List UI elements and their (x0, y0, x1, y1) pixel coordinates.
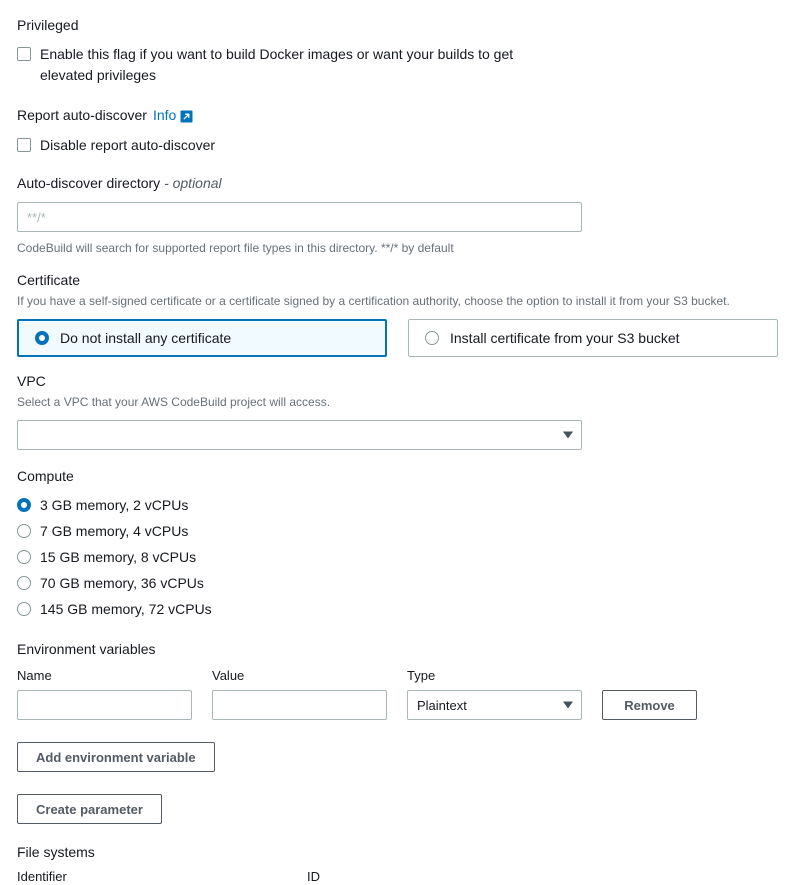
certificate-option-do-not-install-label: Do not install any certificate (60, 330, 232, 346)
privileged-checkbox[interactable] (17, 47, 31, 61)
auto-discover-directory-input[interactable] (17, 202, 582, 232)
report-auto-discover-label: Report auto-discover (17, 107, 147, 123)
compute-label: Compute (17, 468, 74, 484)
compute-option-145gb-label: 145 GB memory, 72 vCPUs (40, 601, 212, 617)
certificate-description: If you have a self-signed certificate or… (17, 294, 730, 308)
compute-option-7gb-label: 7 GB memory, 4 vCPUs (40, 523, 189, 539)
external-link-icon (180, 110, 193, 123)
compute-option-3gb-radio[interactable] (17, 498, 31, 512)
privileged-checkbox-label: Enable this flag if you want to build Do… (40, 46, 514, 83)
file-systems-header-row: Identifier ID (17, 869, 320, 884)
compute-option-70gb[interactable]: 70 GB memory, 36 vCPUs (17, 570, 212, 596)
environment-variables-label: Environment variables (17, 641, 156, 657)
vpc-label: VPC (17, 373, 46, 389)
compute-option-15gb-label: 15 GB memory, 8 vCPUs (40, 549, 197, 565)
env-col-name: Name (17, 668, 52, 683)
certificate-option-install-from-s3-radio[interactable] (425, 331, 439, 345)
remove-environment-variable-button[interactable]: Remove (602, 690, 697, 720)
compute-radio-group: 3 GB memory, 2 vCPUs 7 GB memory, 4 vCPU… (17, 492, 212, 622)
file-systems-col-id: ID (307, 869, 320, 884)
auto-discover-directory-section: Auto-discover directory - optional CodeB… (17, 173, 582, 257)
certificate-label: Certificate (17, 272, 81, 288)
compute-option-7gb-radio[interactable] (17, 524, 31, 538)
auto-discover-directory-label-text: Auto-discover directory (17, 175, 161, 191)
chevron-down-icon (563, 701, 573, 709)
create-parameter-button[interactable]: Create parameter (17, 794, 162, 824)
certificate-section: Certificate If you have a self-signed ce… (17, 270, 778, 357)
env-var-value-input[interactable] (212, 690, 387, 720)
vpc-section: VPC Select a VPC that your AWS CodeBuild… (17, 371, 582, 450)
disable-report-auto-discover-label: Disable report auto-discover (40, 137, 216, 153)
privileged-label: Privileged (17, 17, 79, 33)
env-col-value: Value (212, 668, 245, 683)
file-systems-label: File systems (17, 844, 95, 860)
env-var-type-value: Plaintext (417, 697, 467, 713)
compute-option-145gb[interactable]: 145 GB memory, 72 vCPUs (17, 596, 212, 622)
compute-option-145gb-radio[interactable] (17, 602, 31, 616)
vpc-select[interactable] (17, 420, 582, 450)
env-var-name-input[interactable] (17, 690, 192, 720)
certificate-option-do-not-install-radio[interactable] (35, 331, 49, 345)
privileged-section: Privileged Enable this flag if you want … (17, 15, 577, 86)
environment-variables-section: Environment variables Name Value Type Pl… (17, 639, 697, 824)
auto-discover-directory-optional: - optional (164, 175, 222, 191)
auto-discover-directory-description: CodeBuild will search for supported repo… (17, 241, 454, 255)
certificate-option-do-not-install[interactable]: Do not install any certificate (17, 319, 387, 357)
compute-option-3gb[interactable]: 3 GB memory, 2 vCPUs (17, 492, 212, 518)
compute-section: Compute 3 GB memory, 2 vCPUs 7 GB memory… (17, 466, 212, 622)
add-environment-variable-button[interactable]: Add environment variable (17, 742, 215, 772)
environment-variables-header-row: Name Value Type (17, 668, 697, 683)
env-col-type: Type (407, 668, 436, 683)
environment-variable-row: Plaintext Remove (17, 690, 697, 720)
compute-option-7gb[interactable]: 7 GB memory, 4 vCPUs (17, 518, 212, 544)
report-auto-discover-info-link[interactable]: Info (153, 107, 193, 123)
report-auto-discover-section: Report auto-discover Info Disable report… (17, 105, 215, 156)
privileged-checkbox-row[interactable]: Enable this flag if you want to build Do… (17, 44, 577, 86)
disable-report-auto-discover-checkbox[interactable] (17, 138, 31, 152)
certificate-option-install-from-s3[interactable]: Install certificate from your S3 bucket (408, 319, 778, 357)
certificate-option-install-from-s3-label: Install certificate from your S3 bucket (450, 330, 680, 346)
auto-discover-directory-label: Auto-discover directory - optional (17, 173, 582, 193)
file-systems-section: File systems Identifier ID (17, 842, 320, 884)
info-link-label: Info (152, 107, 177, 123)
compute-option-15gb[interactable]: 15 GB memory, 8 vCPUs (17, 544, 212, 570)
codebuild-environment-config-panel: Privileged Enable this flag if you want … (0, 0, 797, 885)
compute-option-15gb-radio[interactable] (17, 550, 31, 564)
chevron-down-icon (563, 431, 573, 439)
compute-option-70gb-radio[interactable] (17, 576, 31, 590)
compute-option-3gb-label: 3 GB memory, 2 vCPUs (40, 497, 189, 513)
file-systems-col-identifier: Identifier (17, 869, 67, 884)
compute-option-70gb-label: 70 GB memory, 36 vCPUs (40, 575, 204, 591)
vpc-description: Select a VPC that your AWS CodeBuild pro… (17, 395, 331, 409)
env-var-type-select[interactable]: Plaintext (407, 690, 582, 720)
disable-report-auto-discover-row[interactable]: Disable report auto-discover (17, 135, 215, 156)
